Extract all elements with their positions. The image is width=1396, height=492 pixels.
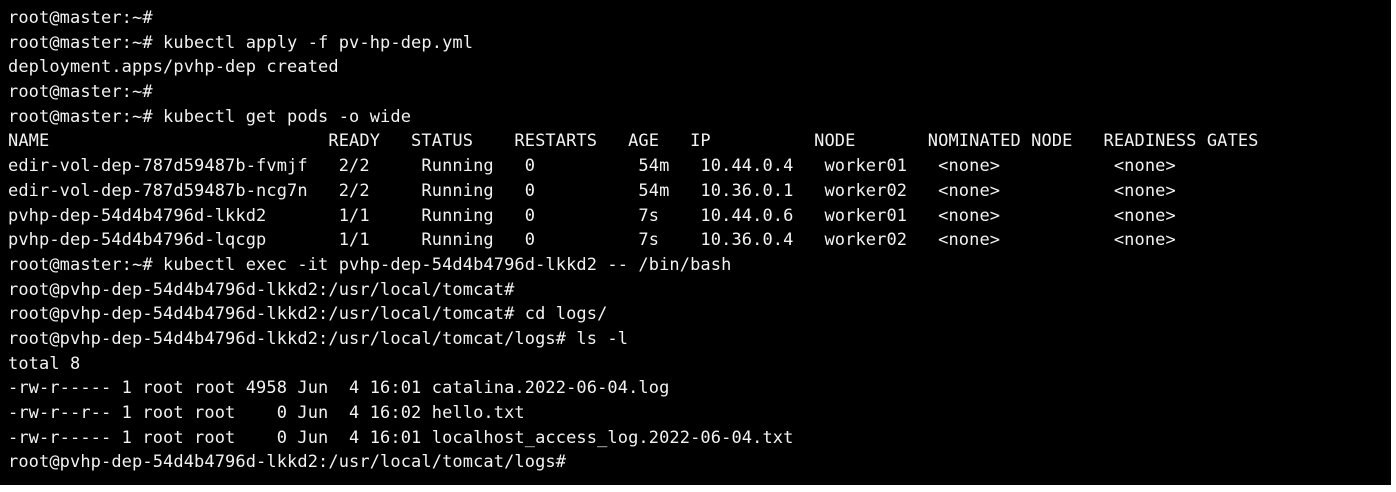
ls-file-row: -rw-r----- 1 root root 0 Jun 4 16:01 loc… bbox=[8, 427, 794, 448]
pods-table-row: edir-vol-dep-787d59487b-ncg7n 2/2 Runnin… bbox=[8, 180, 1176, 201]
terminal-line-command: root@master:~# kubectl exec -it pvhp-dep… bbox=[8, 254, 732, 275]
terminal-window[interactable]: root@master:~# root@master:~# kubectl ap… bbox=[0, 0, 1391, 485]
ls-file-row: -rw-r--r-- 1 root root 0 Jun 4 16:02 hel… bbox=[8, 403, 525, 423]
terminal-line-prompt: root@pvhp-dep-54d4b4796d-lkkd2:/usr/loca… bbox=[8, 279, 515, 300]
terminal-line-command: root@pvhp-dep-54d4b4796d-lkkd2:/usr/loca… bbox=[8, 304, 608, 325]
ls-file-row: -rw-r----- 1 root root 4958 Jun 4 16:01 … bbox=[8, 378, 670, 399]
pods-table-header: NAME READY STATUS RESTARTS AGE IP NODE N… bbox=[8, 131, 1259, 152]
terminal-line-prompt: root@master:~# bbox=[8, 8, 153, 28]
terminal-line-command: root@pvhp-dep-54d4b4796d-lkkd2:/usr/loca… bbox=[8, 328, 629, 349]
pods-table-row: pvhp-dep-54d4b4796d-lqcgp 1/1 Running 0 … bbox=[8, 230, 1176, 251]
terminal-line-command: root@master:~# kubectl apply -f pv-hp-de… bbox=[8, 32, 474, 53]
terminal-line-command: root@master:~# kubectl get pods -o wide bbox=[8, 106, 412, 127]
pods-table-row: edir-vol-dep-787d59487b-fvmjf 2/2 Runnin… bbox=[8, 156, 1176, 177]
ls-total-line: total 8 bbox=[8, 353, 81, 374]
pods-table-row: pvhp-dep-54d4b4796d-lkkd2 1/1 Running 0 … bbox=[8, 205, 1176, 226]
terminal-line-output: deployment.apps/pvhp-dep created bbox=[8, 57, 339, 78]
terminal-line-prompt-current[interactable]: root@pvhp-dep-54d4b4796d-lkkd2:/usr/loca… bbox=[8, 450, 1391, 475]
terminal-line-prompt: root@master:~# bbox=[8, 82, 153, 103]
